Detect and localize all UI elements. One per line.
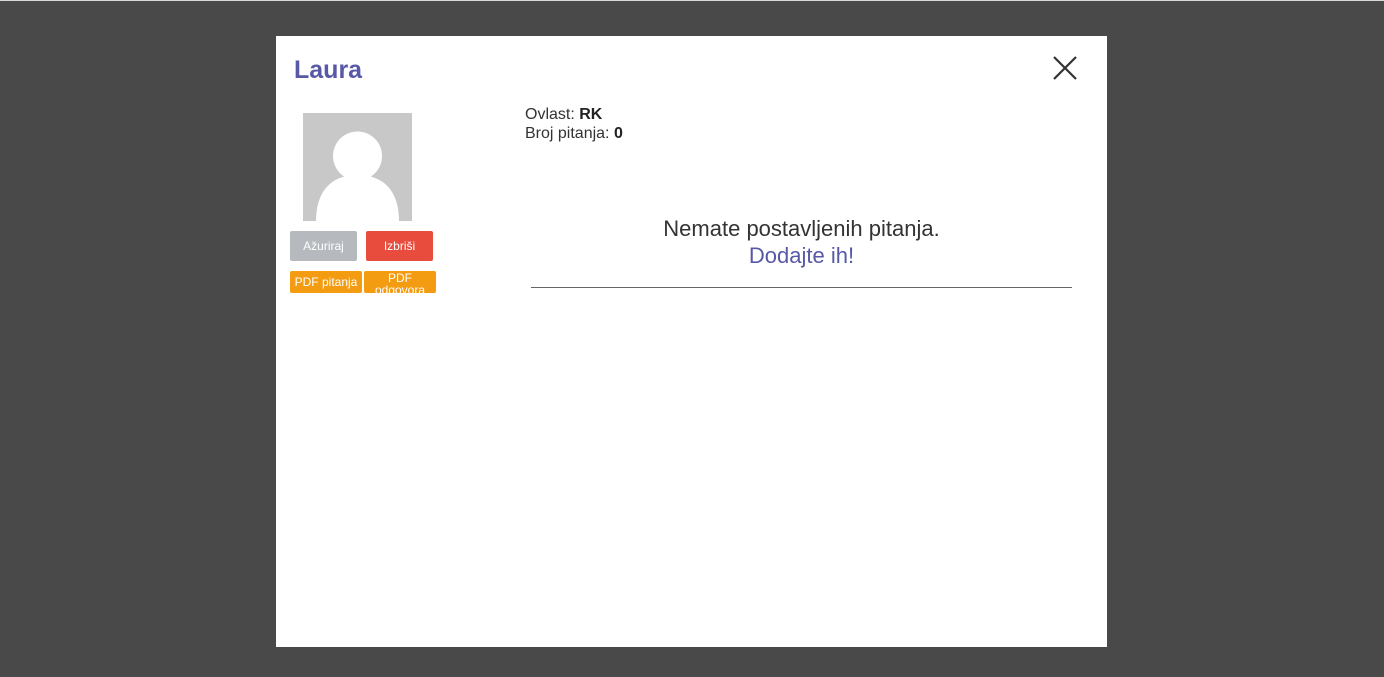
questions-count-label: Broj pitanja:: [525, 125, 614, 142]
pdf-answers-button[interactable]: PDF odgovora: [364, 271, 436, 293]
close-button[interactable]: [1050, 54, 1080, 84]
role-label: Ovlast:: [525, 106, 580, 123]
user-profile-modal: Laura Ažuriraj Izbriši PDF pitanja PDF o…: [276, 36, 1107, 647]
top-edge-line: [0, 0, 1384, 1]
update-button[interactable]: Ažuriraj: [290, 231, 357, 261]
questions-count-line: Broj pitanja: 0: [525, 124, 623, 143]
add-questions-link[interactable]: Dodajte ih!: [531, 242, 1072, 269]
user-name-title: Laura: [294, 56, 363, 84]
empty-state-message: Nemate postavljenih pitanja.: [663, 216, 940, 241]
avatar: [303, 113, 412, 221]
empty-state: Nemate postavljenih pitanja. Dodajte ih!: [531, 215, 1072, 269]
questions-count-value: 0: [613, 125, 623, 142]
close-icon: [1053, 56, 1077, 80]
delete-button[interactable]: Izbriši: [366, 231, 433, 261]
role-value: RK: [579, 106, 603, 123]
pdf-questions-button[interactable]: PDF pitanja: [290, 271, 362, 293]
user-placeholder-icon: [316, 131, 399, 221]
divider: [531, 287, 1072, 288]
role-line: Ovlast: RK: [525, 105, 623, 124]
user-info: Ovlast: RK Broj pitanja: 0: [525, 105, 623, 143]
